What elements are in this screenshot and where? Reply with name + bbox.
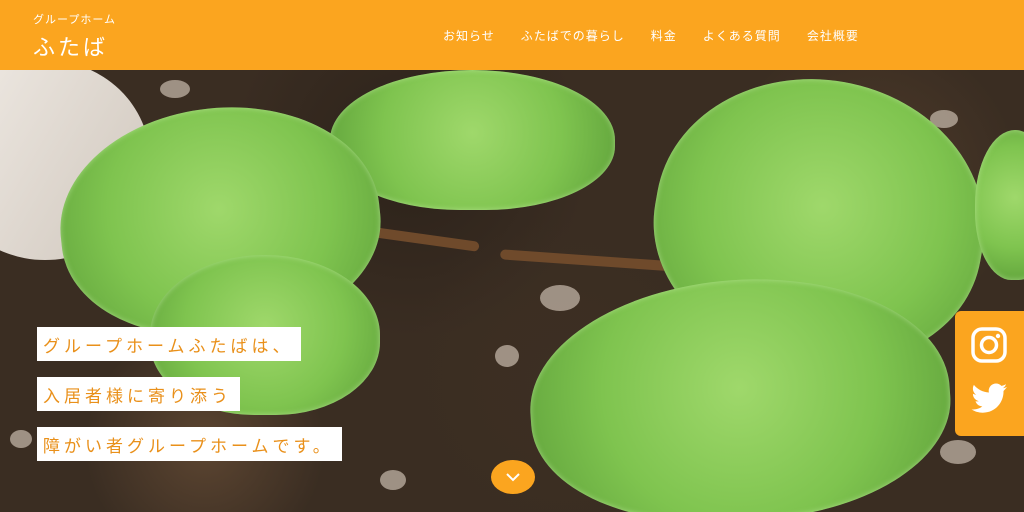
hero-catch-line-2: 入居者様に寄り添う <box>37 377 240 411</box>
social-links <box>955 311 1024 436</box>
pebble <box>160 80 190 98</box>
pebble <box>380 470 406 490</box>
twitter-icon[interactable] <box>969 379 1009 419</box>
brand-subtitle[interactable]: グループホーム <box>33 11 116 27</box>
pebble <box>10 430 32 448</box>
nav-item-faq[interactable]: よくある質問 <box>703 27 781 44</box>
hero-catch-line-3: 障がい者グループホームです。 <box>37 427 342 461</box>
nav-item-price[interactable]: 料金 <box>651 27 677 44</box>
brand-title[interactable]: ふたば <box>33 30 108 62</box>
pebble <box>495 345 519 367</box>
leaf-edge <box>975 130 1024 280</box>
chevron-down-icon <box>506 473 520 482</box>
nav-item-life[interactable]: ふたばでの暮らし <box>521 27 625 44</box>
scroll-down-button[interactable] <box>491 460 535 494</box>
main-nav: お知らせ ふたばでの暮らし 料金 よくある質問 会社概要 <box>430 0 872 70</box>
instagram-icon[interactable] <box>969 325 1009 365</box>
pebble <box>940 440 976 464</box>
hero-catch-line-1: グループホームふたばは、 <box>37 327 302 361</box>
nav-item-news[interactable]: お知らせ <box>443 27 495 44</box>
nav-item-company[interactable]: 会社概要 <box>807 27 859 44</box>
pebble <box>540 285 580 311</box>
site-header: グループホーム ふたば お知らせ ふたばでの暮らし 料金 よくある質問 会社概要 <box>0 0 1024 70</box>
